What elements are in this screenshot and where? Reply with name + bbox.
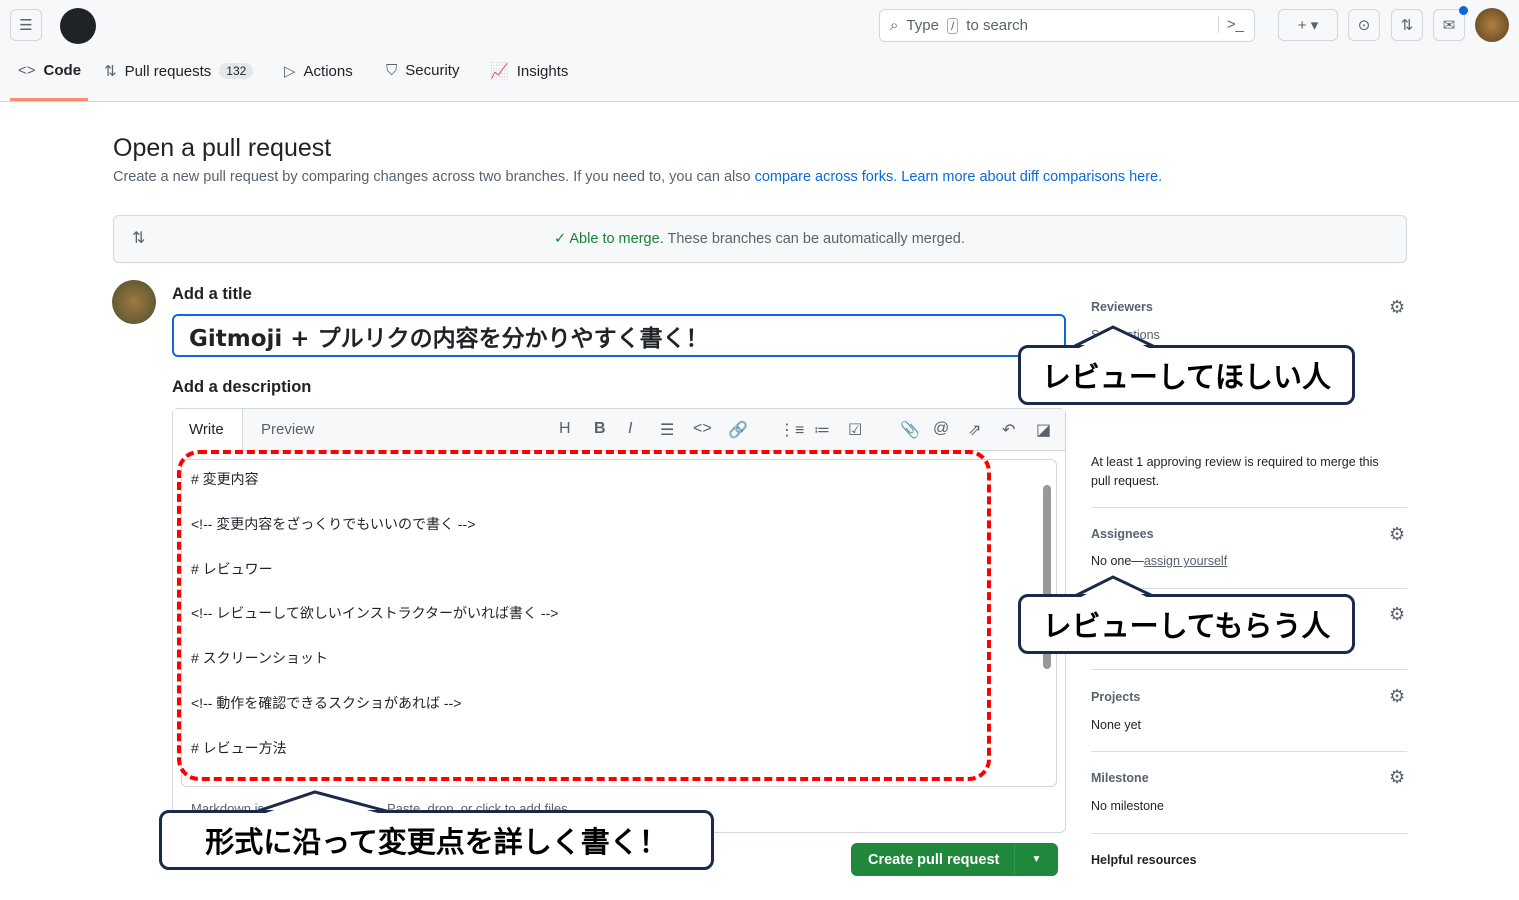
assignees-callout: レビューしてもらう人: [1018, 594, 1355, 654]
reviewers-callout: レビューしてほしい人: [1018, 345, 1355, 405]
callout-pointer: [1072, 325, 1156, 349]
description-callout: 形式に沿って変更点を詳しく書く！: [159, 810, 714, 870]
callout-pointer: [254, 790, 391, 814]
callout-pointers: [254, 325, 1156, 814]
